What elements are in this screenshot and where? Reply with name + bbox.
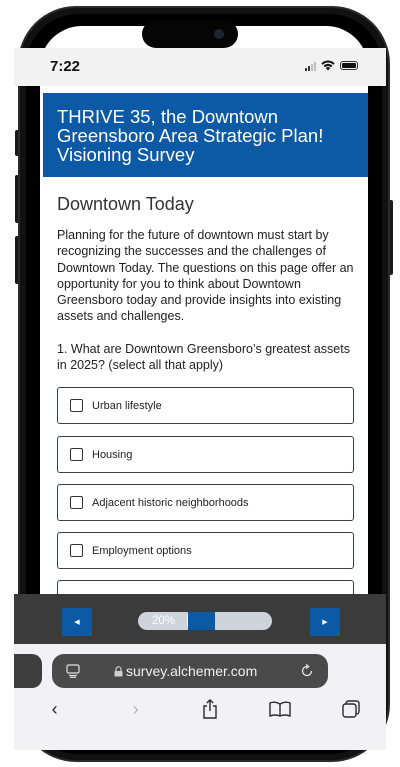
next-page-button[interactable]: ▶ bbox=[310, 608, 340, 636]
book-icon[interactable] bbox=[269, 701, 291, 717]
chevron-left-icon[interactable]: ‹ bbox=[40, 699, 70, 720]
status-time: 7:22 bbox=[50, 58, 81, 75]
option-label: Housing bbox=[92, 448, 133, 461]
dynamic-island bbox=[142, 20, 238, 48]
browser-chrome: survey.alchemer.com ‹ › bbox=[14, 644, 386, 750]
question-text: 1. What are Downtown Greensboro’s greate… bbox=[57, 342, 350, 373]
status-icons bbox=[305, 60, 358, 71]
battery-icon bbox=[340, 61, 358, 70]
previous-page-button[interactable]: ◀ bbox=[62, 608, 92, 636]
option-housing[interactable]: Housing bbox=[57, 436, 354, 473]
progress-label: 20% bbox=[152, 615, 176, 627]
reload-icon[interactable] bbox=[300, 664, 314, 678]
checkbox[interactable] bbox=[70, 544, 83, 557]
address-bar[interactable]: survey.alchemer.com bbox=[52, 654, 328, 688]
option-adjacent-historic-neighborhoods[interactable]: Adjacent historic neighborhoods bbox=[57, 484, 354, 521]
progress-fill bbox=[188, 612, 215, 630]
reader-mode-icon[interactable] bbox=[66, 664, 80, 678]
tabs-icon[interactable] bbox=[342, 700, 361, 718]
camera-icon bbox=[214, 29, 224, 39]
checkbox[interactable] bbox=[70, 496, 83, 509]
checkbox[interactable] bbox=[70, 399, 83, 412]
status-bar: 7:22 bbox=[14, 48, 386, 86]
option-urban-lifestyle[interactable]: Urban lifestyle bbox=[57, 387, 354, 424]
lock-icon bbox=[114, 666, 123, 677]
triangle-left-icon: ◀ bbox=[74, 619, 80, 626]
chevron-right-icon[interactable]: › bbox=[121, 699, 151, 720]
checkbox[interactable] bbox=[70, 448, 83, 461]
progress-bar: 20% bbox=[138, 612, 272, 630]
signal-icon bbox=[305, 61, 316, 71]
triangle-right-icon: ▶ bbox=[322, 619, 328, 626]
progress-divider bbox=[187, 615, 188, 627]
option-label: Employment options bbox=[92, 544, 192, 557]
share-icon[interactable] bbox=[202, 699, 218, 719]
option-label: Adjacent historic neighborhoods bbox=[92, 496, 249, 509]
browser-toolbar: ‹ › bbox=[14, 694, 386, 724]
wifi-icon bbox=[321, 60, 335, 71]
previous-tab-peek[interactable] bbox=[14, 654, 42, 688]
page-title: Downtown Today bbox=[57, 194, 194, 214]
survey-nav-bar: ◀ 20% ▶ bbox=[14, 594, 386, 644]
option-label: Urban lifestyle bbox=[92, 399, 162, 412]
survey-title: THRIVE 35, the Downtown Greensboro Area … bbox=[43, 93, 368, 177]
option-employment-options[interactable]: Employment options bbox=[57, 532, 354, 569]
url-text: survey.alchemer.com bbox=[126, 663, 258, 679]
intro-text: Planning for the future of downtown must… bbox=[57, 228, 354, 324]
